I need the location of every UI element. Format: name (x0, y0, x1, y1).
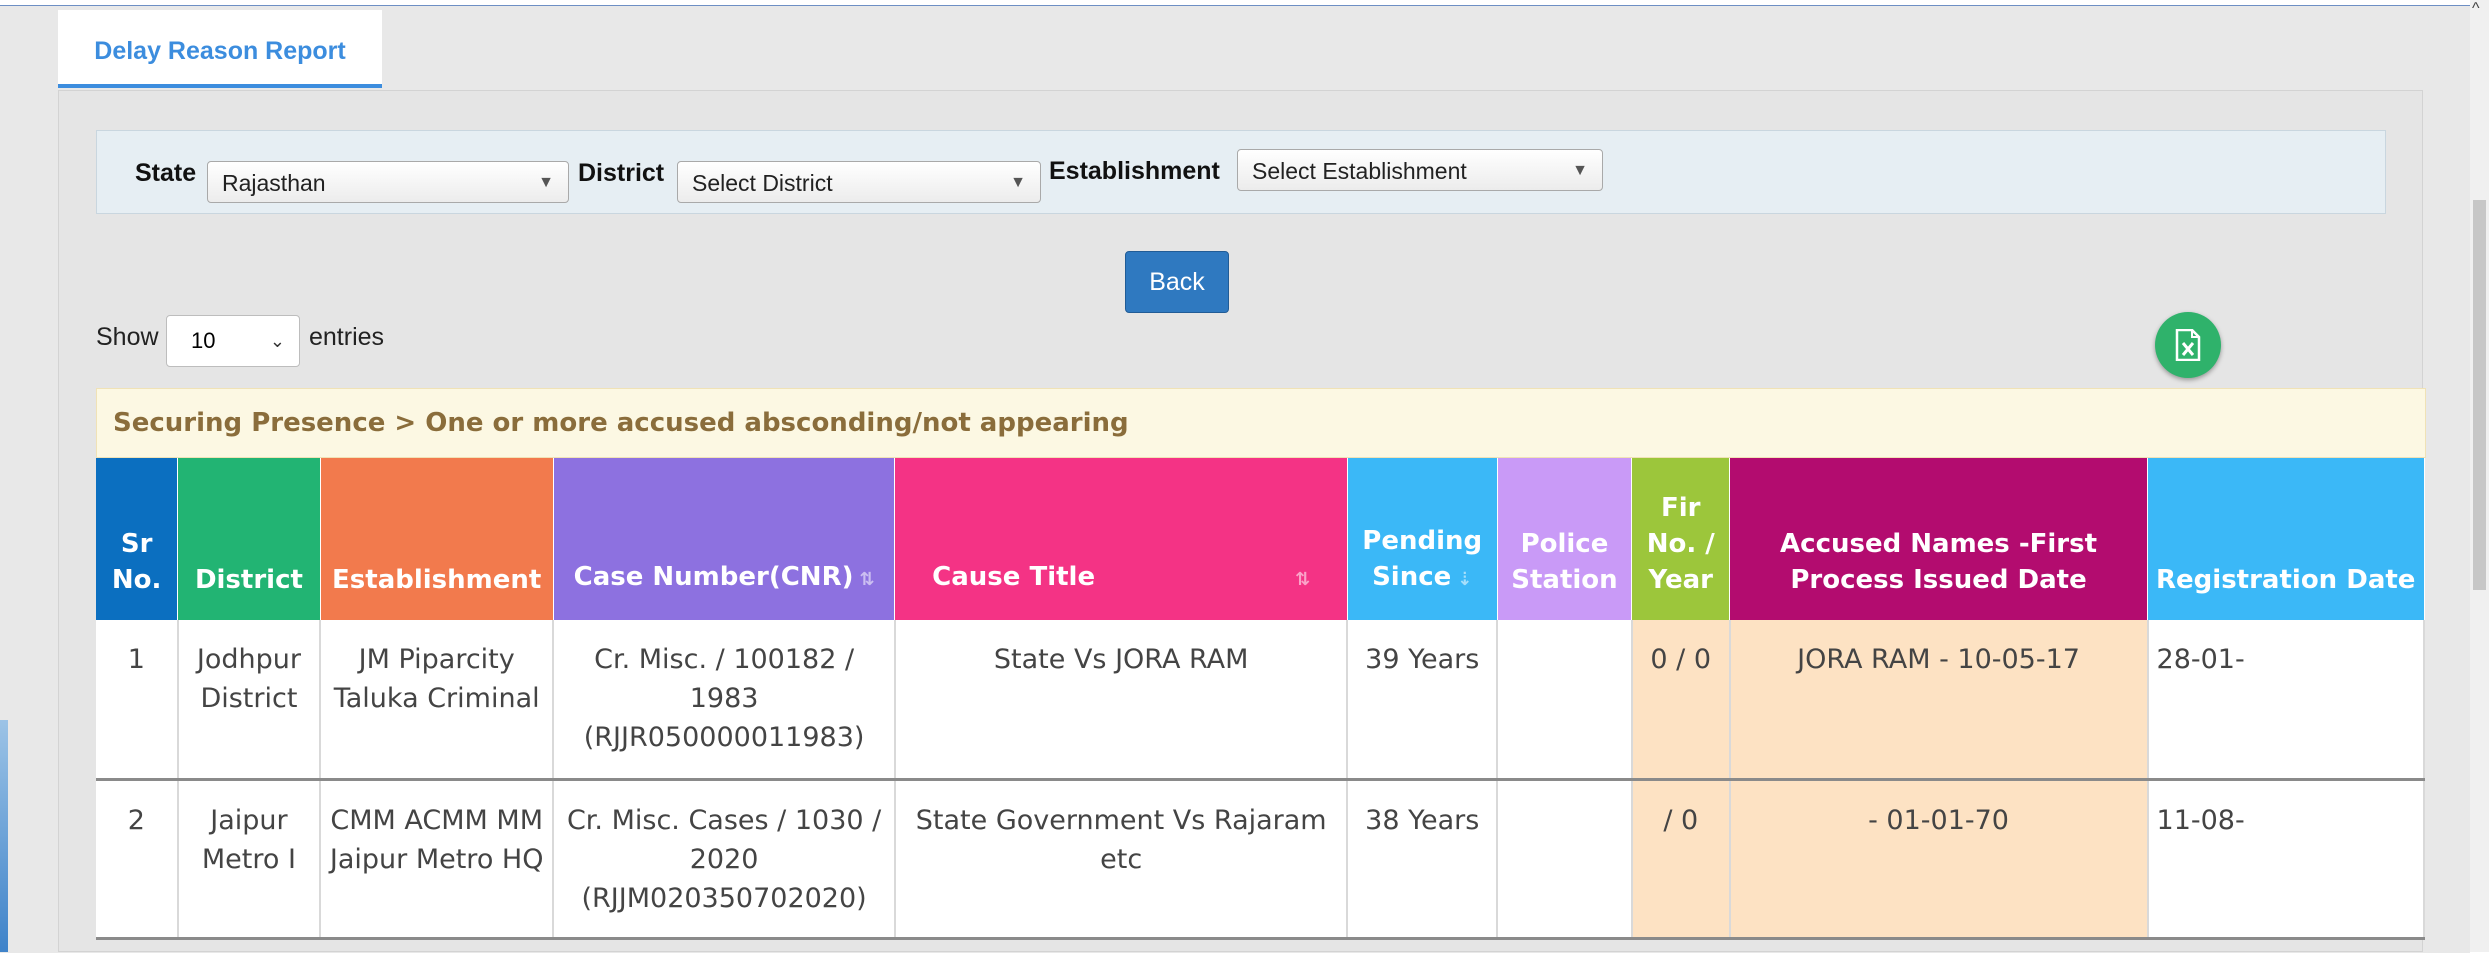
report-table-wrapper: Sr No. District Establishment Case Numbe… (96, 458, 2425, 952)
filter-bar: State Rajasthan ▼ District Select Distri… (96, 130, 2386, 214)
district-label: District (578, 159, 665, 187)
sort-icon: ⇅ (1295, 569, 1311, 590)
col-police-station[interactable]: Police Station (1497, 458, 1633, 620)
col-establishment[interactable]: Establishment (320, 458, 554, 620)
col-fir-no-year[interactable]: Fir No. / Year (1631, 458, 1731, 620)
excel-icon (2175, 329, 2201, 361)
sort-icon: ⇅ (859, 569, 875, 590)
table-title: Securing Presence > One or more accused … (96, 388, 2426, 458)
district-select[interactable]: Select District ▼ (677, 161, 1041, 203)
chevron-down-icon: ⌄ (269, 331, 285, 351)
show-label: Show (96, 323, 159, 351)
chevron-down-icon: ▼ (1572, 162, 1588, 179)
col-case-number[interactable]: Case Number(CNR) ⇅ (553, 458, 896, 620)
export-excel-button[interactable] (2155, 312, 2221, 378)
cell-fir: / 0 (1631, 779, 1731, 940)
establishment-select-value: Select Establishment (1252, 158, 1467, 184)
district-select-value: Select District (692, 170, 833, 196)
background-decoration (0, 720, 8, 952)
col-cause-title[interactable]: Cause Title ⇅ (894, 458, 1348, 620)
cell-case-number: Cr. Misc. Cases / 1030 / 2020 (RJJM02035… (553, 779, 896, 940)
state-select[interactable]: Rajasthan ▼ (207, 161, 569, 203)
cell-case-number: Cr. Misc. / 100182 / 1983 (RJJR050000011… (553, 620, 896, 781)
cell-district: Jodhpur District (177, 620, 322, 781)
cell-cause-title: State Government Vs Rajaram etc (894, 779, 1349, 940)
entries-label: entries (309, 323, 385, 351)
col-sr-no[interactable]: Sr No. (96, 458, 179, 620)
cell-district: Jaipur Metro I (177, 779, 322, 940)
cell-accused: - 01-01-70 (1729, 779, 2149, 940)
chevron-down-icon: ▼ (538, 174, 554, 191)
cell-establishment: JM Piparcity Taluka Criminal (320, 620, 555, 781)
col-accused-names[interactable]: Accused Names -First Process Issued Date (1729, 458, 2149, 620)
scroll-up-icon[interactable]: ^ (2472, 0, 2480, 18)
table-row: 2 Jaipur Metro I CMM ACMM MM Jaipur Metr… (96, 779, 2425, 940)
cell-cause-title: State Vs JORA RAM (894, 620, 1349, 781)
table-header-row: Sr No. District Establishment Case Numbe… (96, 458, 2425, 620)
cell-police-station (1497, 779, 1633, 940)
col-district[interactable]: District (177, 458, 321, 620)
cell-police-station (1497, 620, 1633, 781)
establishment-select[interactable]: Select Establishment ▼ (1237, 149, 1603, 191)
back-button[interactable]: Back (1125, 251, 1229, 313)
scrollbar-thumb[interactable] (2473, 200, 2486, 590)
col-registration-date[interactable]: Registration Date (2147, 458, 2425, 620)
vertical-scrollbar[interactable]: ^ (2470, 0, 2489, 952)
chevron-down-icon: ▼ (1010, 174, 1026, 191)
cell-establishment: CMM ACMM MM Jaipur Metro HQ (320, 779, 555, 940)
table-row: 1 Jodhpur District JM Piparcity Taluka C… (96, 620, 2425, 781)
cell-pending-since: 38 Years (1347, 779, 1499, 940)
col-pending-since[interactable]: Pending Since ⇣ (1347, 458, 1498, 620)
cell-registration-date: 11-08- (2147, 779, 2425, 940)
cell-accused: JORA RAM - 10-05-17 (1729, 620, 2149, 781)
entries-select[interactable]: 10 ⌄ (166, 315, 300, 367)
entries-select-value: 10 (191, 328, 216, 353)
establishment-label: Establishment (1049, 157, 1220, 185)
cell-registration-date: 28-01- (2147, 620, 2425, 781)
cell-fir: 0 / 0 (1631, 620, 1731, 781)
cell-pending-since: 39 Years (1347, 620, 1499, 781)
report-table: Sr No. District Establishment Case Numbe… (96, 458, 2425, 940)
state-select-value: Rajasthan (222, 170, 326, 196)
tab-delay-reason-report[interactable]: Delay Reason Report (58, 10, 382, 88)
cell-sr: 2 (96, 779, 179, 940)
state-label: State (135, 159, 197, 187)
cell-sr: 1 (96, 620, 179, 781)
sort-desc-icon: ⇣ (1457, 569, 1473, 590)
